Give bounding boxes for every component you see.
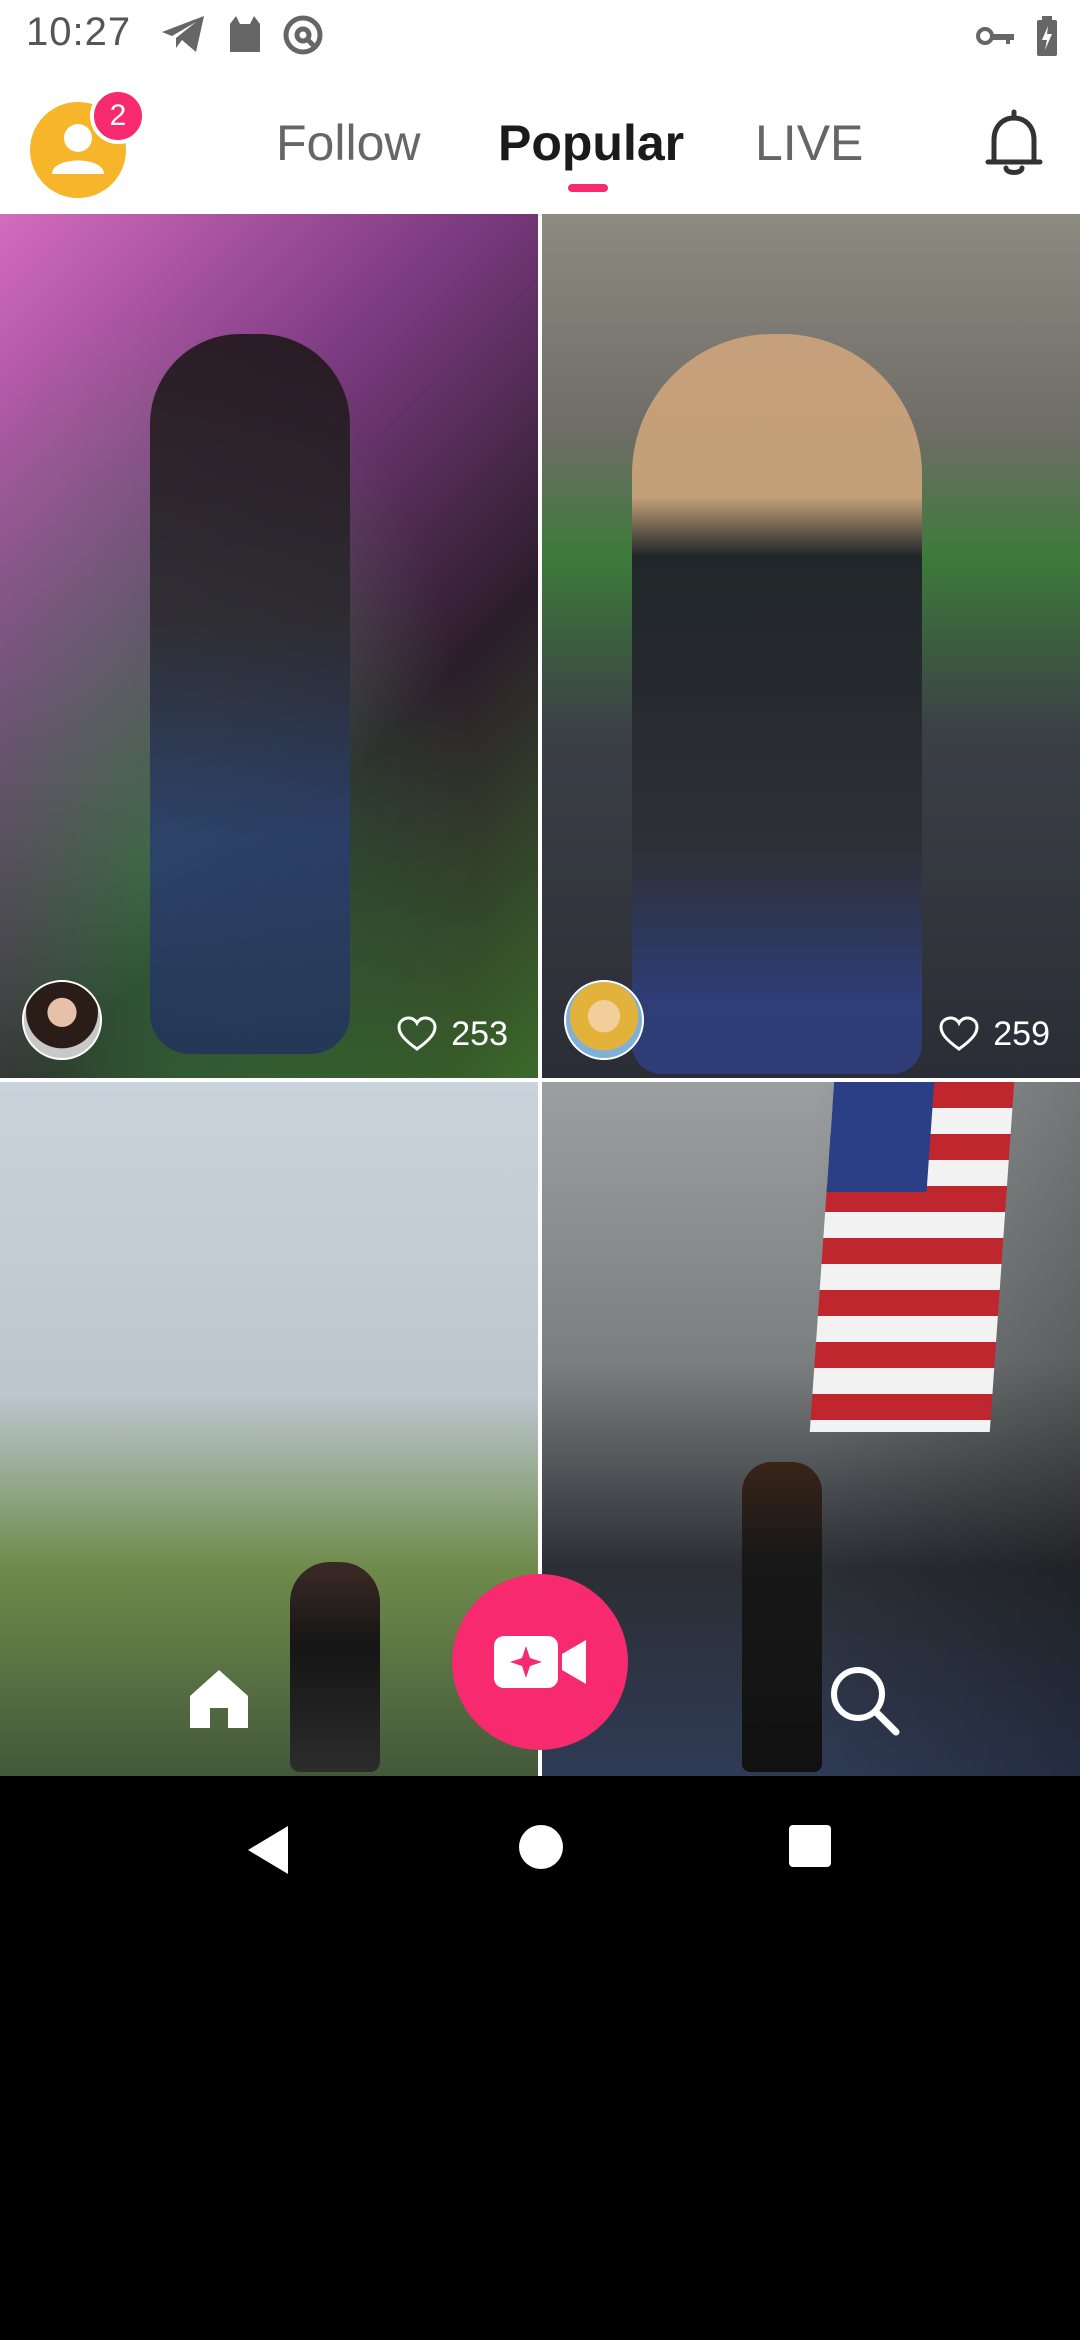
- video-card[interactable]: 259: [542, 214, 1080, 1078]
- notification-count-badge: 2: [90, 88, 146, 144]
- like-count-label: 253: [451, 1014, 508, 1053]
- creator-avatar[interactable]: [22, 980, 102, 1060]
- like-count-label: 259: [993, 1014, 1050, 1053]
- search-icon[interactable]: [828, 1664, 900, 1736]
- back-icon[interactable]: [244, 1824, 290, 1876]
- at-sign-icon: [283, 15, 323, 55]
- video-card[interactable]: 253: [0, 214, 538, 1078]
- app-screen: 10:27 2 Follow Popular LIVE 253 259: [0, 0, 1080, 1776]
- home-icon[interactable]: [186, 1666, 252, 1730]
- top-header: 2 Follow Popular LIVE: [0, 72, 1080, 216]
- video-feed-grid: 253 259: [0, 214, 1080, 1776]
- video-thumbnail: [742, 1462, 822, 1772]
- heart-icon: [939, 1016, 979, 1051]
- tab-follow[interactable]: Follow: [276, 114, 420, 172]
- create-video-button[interactable]: [452, 1574, 628, 1750]
- status-icons-left: [160, 14, 324, 58]
- status-icons-right: [976, 14, 1058, 58]
- status-time: 10:27: [26, 10, 132, 54]
- like-count: 259: [939, 1012, 1050, 1056]
- flag-decoration: [809, 1082, 1015, 1432]
- heart-icon: [397, 1016, 437, 1051]
- creator-avatar[interactable]: [564, 980, 644, 1060]
- like-count: 253: [397, 1012, 508, 1056]
- tab-popular[interactable]: Popular: [498, 114, 684, 172]
- recents-icon[interactable]: [788, 1824, 832, 1868]
- android-nav-bar: [0, 1776, 1080, 1916]
- video-thumbnail: [150, 334, 350, 1054]
- video-create-icon: [494, 1636, 586, 1688]
- status-bar: 10:27: [0, 0, 1080, 72]
- video-thumbnail: [290, 1562, 380, 1772]
- home-circle-icon[interactable]: [518, 1824, 564, 1870]
- battery-charging-icon: [1037, 16, 1057, 56]
- active-tab-indicator: [568, 184, 608, 192]
- video-thumbnail: [632, 334, 922, 1074]
- cat-icon: [230, 16, 260, 52]
- telegram-icon: [162, 16, 204, 52]
- bell-icon[interactable]: [982, 108, 1046, 180]
- key-icon: [976, 27, 1014, 45]
- tab-live[interactable]: LIVE: [755, 114, 863, 172]
